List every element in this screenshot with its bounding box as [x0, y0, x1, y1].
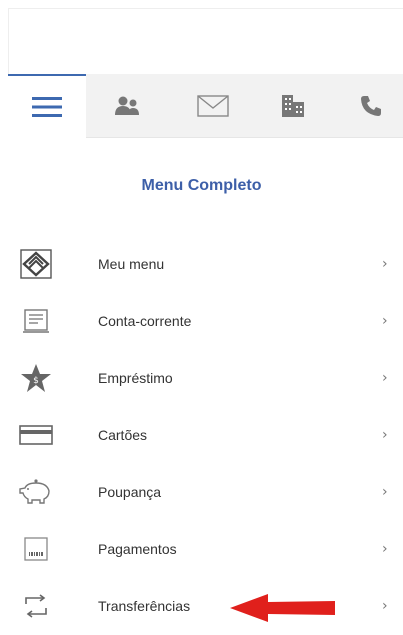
barcode-icon	[18, 532, 54, 566]
transfer-arrows-icon	[18, 589, 54, 623]
menu-item-emprestimo[interactable]: $ Empréstimo ›	[18, 358, 403, 398]
chevron-right-icon: ›	[382, 598, 388, 614]
chevron-right-icon: ›	[382, 427, 388, 443]
annotation-arrow-icon	[230, 593, 336, 628]
chevron-right-icon: ›	[382, 256, 388, 272]
menu-item-label: Cartões	[98, 427, 148, 443]
tab-agencies[interactable]	[258, 74, 328, 138]
menu-item-transferencias[interactable]: Transferências ›	[18, 586, 403, 626]
building-icon	[280, 94, 306, 118]
credit-card-icon	[18, 418, 54, 452]
tab-messages[interactable]	[178, 74, 248, 138]
users-icon	[114, 95, 140, 117]
envelope-icon	[197, 95, 229, 117]
menu-title: Menu Completo	[141, 177, 262, 194]
menu-item-label: Empréstimo	[98, 370, 173, 386]
phone-icon	[359, 94, 383, 118]
chevron-right-icon: ›	[382, 484, 388, 500]
menu-item-label: Poupança	[98, 484, 162, 500]
header-area	[8, 8, 403, 74]
bank-logo-icon	[18, 247, 54, 281]
menu-item-pagamentos[interactable]: Pagamentos ›	[18, 529, 403, 569]
tab-phone[interactable]	[338, 74, 403, 138]
tab-contacts[interactable]	[92, 74, 162, 138]
svg-text:$: $	[33, 376, 39, 386]
menu-item-meu-menu[interactable]: Meu menu ›	[18, 244, 403, 284]
chevron-right-icon: ›	[382, 370, 388, 386]
menu-item-label: Meu menu	[98, 256, 165, 272]
star-coin-icon: $	[18, 361, 54, 395]
tab-bar	[8, 74, 403, 138]
piggy-bank-icon	[18, 475, 54, 509]
chevron-right-icon: ›	[382, 541, 388, 557]
menu-item-cartoes[interactable]: Cartões ›	[18, 415, 403, 455]
tab-menu[interactable]	[8, 74, 86, 138]
menu-item-conta-corrente[interactable]: Conta-corrente ›	[18, 301, 403, 341]
menu-item-label: Pagamentos	[98, 541, 177, 557]
statement-icon	[18, 304, 54, 338]
chevron-right-icon: ›	[382, 313, 388, 329]
hamburger-menu-icon	[32, 96, 62, 118]
menu-item-poupanca[interactable]: Poupança ›	[18, 472, 403, 512]
menu-item-label: Transferências	[98, 598, 191, 614]
menu-item-label: Conta-corrente	[98, 313, 192, 329]
